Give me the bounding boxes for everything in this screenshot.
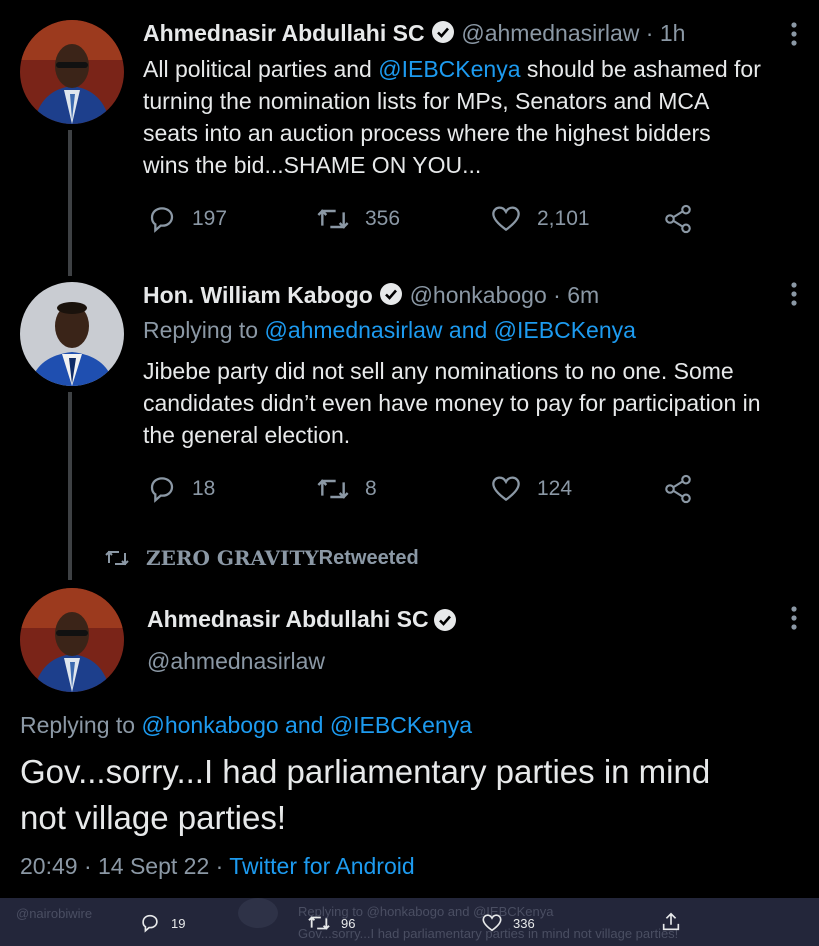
tweet-text-line: not village parties! <box>20 799 286 836</box>
retweet-count: 8 <box>365 477 377 500</box>
verified-icon <box>433 608 457 637</box>
replying-and: and <box>442 317 494 343</box>
tweet-text-part: should be ashamed for <box>520 56 761 82</box>
retweet-icon <box>308 916 330 930</box>
retweet-count: 96 <box>341 915 356 931</box>
source-link[interactable]: Twitter for Android <box>229 853 414 879</box>
verified-icon <box>379 282 403 312</box>
share-icon <box>665 474 691 504</box>
mention-link[interactable]: @ahmednasirlaw <box>264 317 442 343</box>
mention-link[interactable]: @IEBCKenya <box>494 317 636 343</box>
retweet-icon <box>317 209 349 229</box>
tweet-text-part: All political parties and <box>143 56 379 82</box>
tweet-text: Gov...sorry...I had parliamentary partie… <box>20 749 710 841</box>
replying-and: and <box>278 712 330 738</box>
replying-prefix: Replying to <box>20 712 142 738</box>
retweet-icon <box>105 550 129 566</box>
mention-link[interactable]: @IEBCKenya <box>378 56 520 82</box>
retweet-button[interactable]: 96 <box>307 912 355 934</box>
reply-count: 18 <box>192 477 216 500</box>
retweeted-label: Retweeted <box>318 546 419 569</box>
replying-to: Replying to @ahmednasirlaw and @IEBCKeny… <box>143 317 636 344</box>
tweet-text-line: seats into an auction process where the … <box>143 120 711 146</box>
tweet-header: Ahmednasir Abdullahi SC @ahmednasirlaw ·… <box>143 20 685 50</box>
bottom-action-bar: @nairobiwire Replying to @honkabogo and … <box>0 898 819 946</box>
more-icon[interactable] <box>784 604 804 634</box>
tweet-text-line: Jibebe party did not sell any nomination… <box>143 358 734 384</box>
more-icon[interactable] <box>784 280 804 310</box>
share-icon <box>665 204 691 234</box>
timestamp[interactable]: 20:49 · 14 Sept 22 · <box>20 853 229 879</box>
reply-count: 19 <box>171 915 186 931</box>
mention-link[interactable]: @IEBCKenya <box>330 712 472 738</box>
tweet-header: Hon. William Kabogo @honkabogo · 6m <box>143 282 599 312</box>
tweet-text-line: the general election. <box>143 422 351 448</box>
heart-icon <box>482 914 502 932</box>
reply-icon <box>142 914 158 933</box>
like-count: 336 <box>513 915 535 931</box>
avatar[interactable] <box>20 282 124 386</box>
mention-link[interactable]: @honkabogo <box>141 712 278 738</box>
share-icon <box>662 912 680 931</box>
thread-line <box>68 130 72 276</box>
reply-button[interactable]: 19 <box>139 912 185 934</box>
like-count: 124 <box>537 477 573 500</box>
avatar[interactable] <box>20 588 124 692</box>
like-button[interactable]: 2,101 <box>489 203 590 235</box>
like-button[interactable]: 124 <box>489 473 572 505</box>
reply-icon <box>150 477 174 503</box>
verified-icon <box>431 20 455 50</box>
avatar[interactable] <box>20 20 124 124</box>
author-name[interactable]: Hon. William Kabogo <box>143 282 373 308</box>
heart-icon <box>492 206 520 232</box>
tweet-text: All political parties and @IEBCKenya sho… <box>143 53 813 181</box>
heart-icon <box>492 476 520 502</box>
ghost-avatar <box>238 898 278 928</box>
retweet-icon <box>317 479 349 499</box>
share-button[interactable] <box>662 473 708 505</box>
retweeter-name[interactable]: ZERO GRAVITY <box>146 546 319 570</box>
reply-icon <box>150 207 174 233</box>
share-button[interactable] <box>662 203 708 235</box>
author-handle[interactable]: @ahmednasirlaw <box>461 20 639 46</box>
retweet-count: 356 <box>365 207 401 230</box>
tweet-header: Ahmednasir Abdullahi SC <box>147 606 457 637</box>
thread-line <box>68 392 72 580</box>
tweet-time[interactable]: · 6m <box>553 282 599 308</box>
author-handle[interactable]: @ahmednasirlaw <box>147 648 325 675</box>
more-icon[interactable] <box>784 20 804 50</box>
ghost-handle: @nairobiwire <box>16 906 93 921</box>
tweet-text-line: turning the nomination lists for MPs, Se… <box>143 88 710 114</box>
retweet-button[interactable]: 356 <box>315 203 400 235</box>
tweet-text-line: wins the bid...SHAME ON YOU... <box>143 152 482 178</box>
tweet-text: Jibebe party did not sell any nomination… <box>143 355 813 451</box>
reply-button[interactable]: 197 <box>146 203 227 235</box>
share-button[interactable] <box>660 911 692 933</box>
like-count: 2,101 <box>537 207 590 230</box>
tweet-time[interactable]: · 1h <box>646 20 686 46</box>
tweet-text-line: Gov...sorry...I had parliamentary partie… <box>20 753 711 790</box>
reply-count: 197 <box>192 207 228 230</box>
author-name[interactable]: Ahmednasir Abdullahi SC <box>147 606 429 632</box>
retweeted-by[interactable]: ZERO GRAVITY Retweeted <box>104 546 419 570</box>
author-name[interactable]: Ahmednasir Abdullahi SC <box>143 20 425 46</box>
retweet-button[interactable]: 8 <box>315 473 377 505</box>
like-button[interactable]: 336 <box>481 912 535 934</box>
tweet-timestamp: 20:49 · 14 Sept 22 · Twitter for Android <box>20 853 415 880</box>
reply-button[interactable]: 18 <box>146 473 215 505</box>
replying-prefix: Replying to <box>143 317 265 343</box>
replying-to: Replying to @honkabogo and @IEBCKenya <box>20 712 472 739</box>
author-handle[interactable]: @honkabogo <box>410 282 547 308</box>
tweet-text-line: candidates didn’t even have money to pay… <box>143 390 761 416</box>
